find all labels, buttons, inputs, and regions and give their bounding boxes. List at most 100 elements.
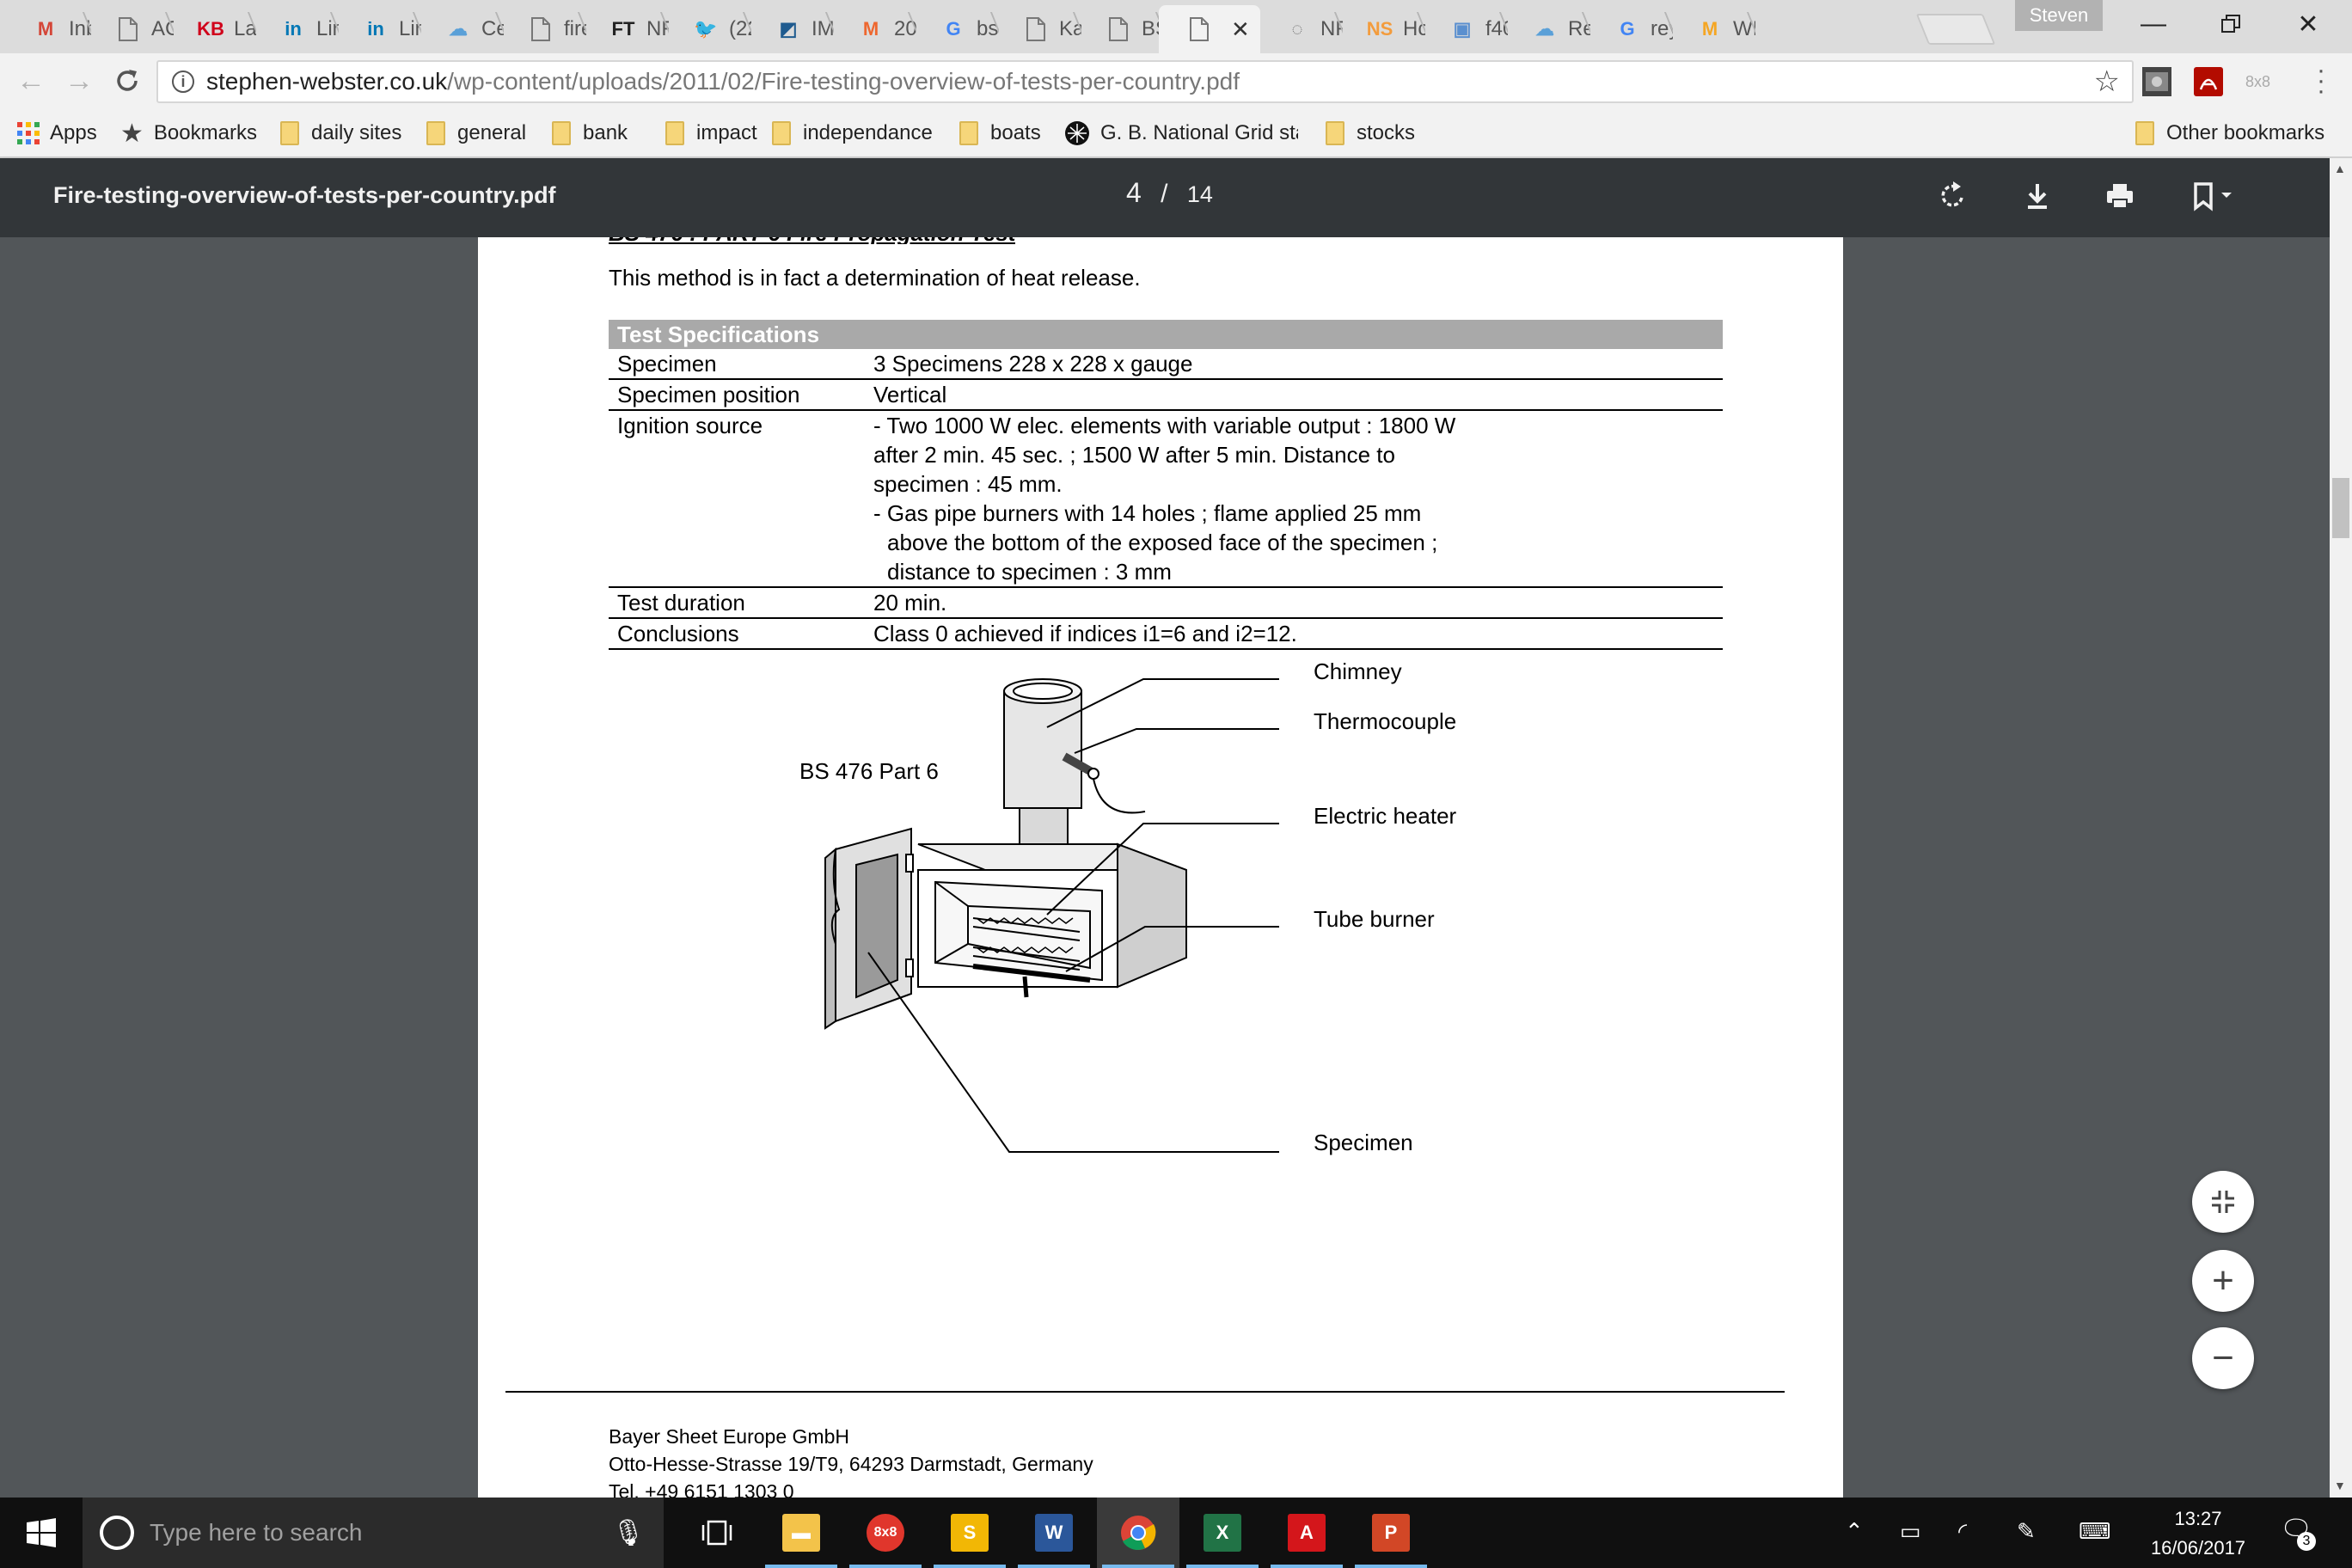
close-tab-icon[interactable]: ✕: [1231, 16, 1250, 43]
browser-tab[interactable]: Grey: [1585, 5, 1673, 53]
taskbar-search[interactable]: Type here to search 🎙: [83, 1498, 664, 1568]
browser-tab[interactable]: fire: [499, 5, 586, 53]
taskbar-app-excel[interactable]: X: [1181, 1498, 1264, 1568]
print-button[interactable]: [2103, 179, 2141, 217]
forward-button[interactable]: →: [60, 62, 98, 100]
browser-tab[interactable]: M 20: [829, 5, 916, 53]
acrobat-extension-icon[interactable]: [2194, 67, 2223, 96]
back-button[interactable]: ←: [12, 62, 50, 100]
show-hidden-icons[interactable]: ⌃: [1845, 1518, 1864, 1545]
bookmark-item[interactable]: general: [426, 119, 526, 148]
browser-tab[interactable]: 🐦(22: [664, 5, 751, 53]
browser-tab[interactable]: NS Hc: [1338, 5, 1425, 53]
download-button[interactable]: [2020, 179, 2058, 217]
fit-to-page-button[interactable]: [2192, 1171, 2254, 1233]
spec-value-line: Class 0 achieved if indices i1=6 and i2=…: [873, 621, 1297, 646]
address-bar[interactable]: i stephen-webster.co.uk /wp-content/uplo…: [156, 60, 2134, 103]
browser-tab[interactable]: ☁ Ce: [416, 5, 504, 53]
scroll-up-arrow-icon[interactable]: ▲: [2334, 162, 2346, 175]
browser-tab[interactable]: KBLal: [168, 5, 256, 53]
taskbar-app-powerpoint[interactable]: P: [1350, 1498, 1432, 1568]
browser-tab[interactable]: ✕: [1159, 5, 1260, 53]
extension-photo-icon[interactable]: [2142, 67, 2171, 96]
spec-key: Test duration: [609, 587, 865, 619]
new-tab-button[interactable]: [1915, 14, 1996, 45]
pdf-viewer[interactable]: BS 476 : PART 6 Fire Propagation Test Th…: [0, 237, 2330, 1498]
spec-value-line: after 2 min. 45 sec. ; 1500 W after 5 mi…: [873, 442, 1395, 468]
image-icon: ▣: [1453, 18, 1472, 40]
ns-icon: NS: [1366, 18, 1393, 40]
bookmark-item[interactable]: daily sites: [280, 119, 401, 148]
spec-value: Vertical: [865, 379, 1723, 411]
document-icon: [115, 16, 141, 42]
pen-icon[interactable]: ✎: [2017, 1518, 2036, 1545]
browser-tab[interactable]: Ka: [994, 5, 1081, 53]
reload-button[interactable]: [108, 62, 146, 100]
taskbar-app-acrobat[interactable]: A: [1265, 1498, 1348, 1568]
wifi-icon[interactable]: ◜: [1958, 1518, 1967, 1545]
scrollbar-thumb[interactable]: [2332, 478, 2349, 538]
bookmark-star-icon[interactable]: ☆: [2094, 64, 2120, 99]
profile-button[interactable]: Steven: [2015, 0, 2103, 31]
bookmark-item[interactable]: bank: [552, 119, 628, 148]
browser-tab[interactable]: ◩ IM: [746, 5, 834, 53]
start-button[interactable]: [0, 1498, 83, 1568]
taskbar-app-file-explorer[interactable]: ▬: [760, 1498, 842, 1568]
browser-tab[interactable]: FT NF: [581, 5, 669, 53]
browser-tab[interactable]: AC: [86, 5, 174, 53]
bookmark-item[interactable]: independance: [772, 119, 933, 148]
browser-tab[interactable]: MInb: [3, 5, 91, 53]
taskbar-app-chrome[interactable]: [1097, 1498, 1179, 1568]
cloud-icon: ☁: [449, 18, 468, 40]
clock[interactable]: 13:27 16/06/2017: [2134, 1504, 2263, 1563]
zoom-out-button[interactable]: −: [2192, 1327, 2254, 1389]
browser-tab[interactable]: MWI: [1668, 5, 1755, 53]
section-heading: BS 476 : PART 6 Fire Propagation Test: [609, 237, 1015, 244]
browser-tab[interactable]: ☁ Re: [1503, 5, 1590, 53]
bookmark-item[interactable]: stocks: [1326, 119, 1415, 148]
vertical-scrollbar[interactable]: ▲ ▼: [2330, 158, 2352, 1498]
battery-icon[interactable]: ▭: [1900, 1518, 1921, 1545]
browser-tab[interactable]: ◌ NF: [1255, 5, 1343, 53]
bookmark-item[interactable]: ★ Bookmarks: [120, 119, 257, 148]
action-center-icon[interactable]: 🗨 3: [2280, 1515, 2316, 1551]
label-thermocouple: Thermocouple: [1314, 708, 1457, 734]
browser-tab[interactable]: in Lin: [251, 5, 339, 53]
other-bookmarks[interactable]: Other bookmarks: [2135, 119, 2324, 148]
bookmark-menu-button[interactable]: [2187, 179, 2247, 217]
gmail-icon: M: [37, 18, 54, 40]
browser-tab[interactable]: BS: [1076, 5, 1164, 53]
bookmark-label: stocks: [1357, 121, 1416, 144]
diagram-caption: BS 476 Part 6: [799, 758, 939, 784]
apps-grid-icon: [17, 122, 40, 144]
folder-icon: [959, 121, 978, 145]
chrome-menu-icon[interactable]: · · ·: [2312, 58, 2330, 104]
browser-tab[interactable]: ▣f40: [1420, 5, 1508, 53]
bookmark-item[interactable]: impact: [665, 119, 757, 148]
keyboard-icon[interactable]: ⌨: [2079, 1518, 2111, 1545]
restore-button[interactable]: [2192, 0, 2269, 48]
spec-value: Class 0 achieved if indices i1=6 and i2=…: [865, 618, 1723, 650]
kb-icon: KB: [197, 18, 224, 40]
bookmark-label: bank: [583, 121, 628, 144]
browser-tab[interactable]: Gbs: [911, 5, 999, 53]
bookmark-item[interactable]: boats: [959, 119, 1041, 148]
grid-logo-icon: [1064, 120, 1090, 146]
microphone-icon[interactable]: 🎙: [612, 1518, 645, 1548]
rotate-button[interactable]: [1936, 179, 1974, 217]
close-window-button[interactable]: ✕: [2269, 0, 2347, 48]
bookmark-label: general: [457, 121, 527, 144]
browser-tab[interactable]: in Lin: [334, 5, 421, 53]
bookmark-item[interactable]: G. B. National Grid sta: [1064, 119, 1298, 148]
current-page-input[interactable]: 4: [1126, 177, 1142, 208]
zoom-in-button[interactable]: +: [2192, 1250, 2254, 1312]
bookmark-item[interactable]: Apps: [17, 119, 97, 148]
taskbar-app-word[interactable]: W: [1013, 1498, 1095, 1568]
task-view-button[interactable]: [676, 1498, 758, 1568]
taskbar-app-8x8[interactable]: 8x8: [844, 1498, 927, 1568]
scroll-down-arrow-icon[interactable]: ▼: [2334, 1479, 2346, 1492]
info-icon[interactable]: i: [172, 70, 194, 93]
extension-8x8-icon[interactable]: 8x8: [2245, 67, 2283, 96]
taskbar-app-skype-business[interactable]: S: [928, 1498, 1011, 1568]
minimize-button[interactable]: —: [2115, 0, 2192, 48]
